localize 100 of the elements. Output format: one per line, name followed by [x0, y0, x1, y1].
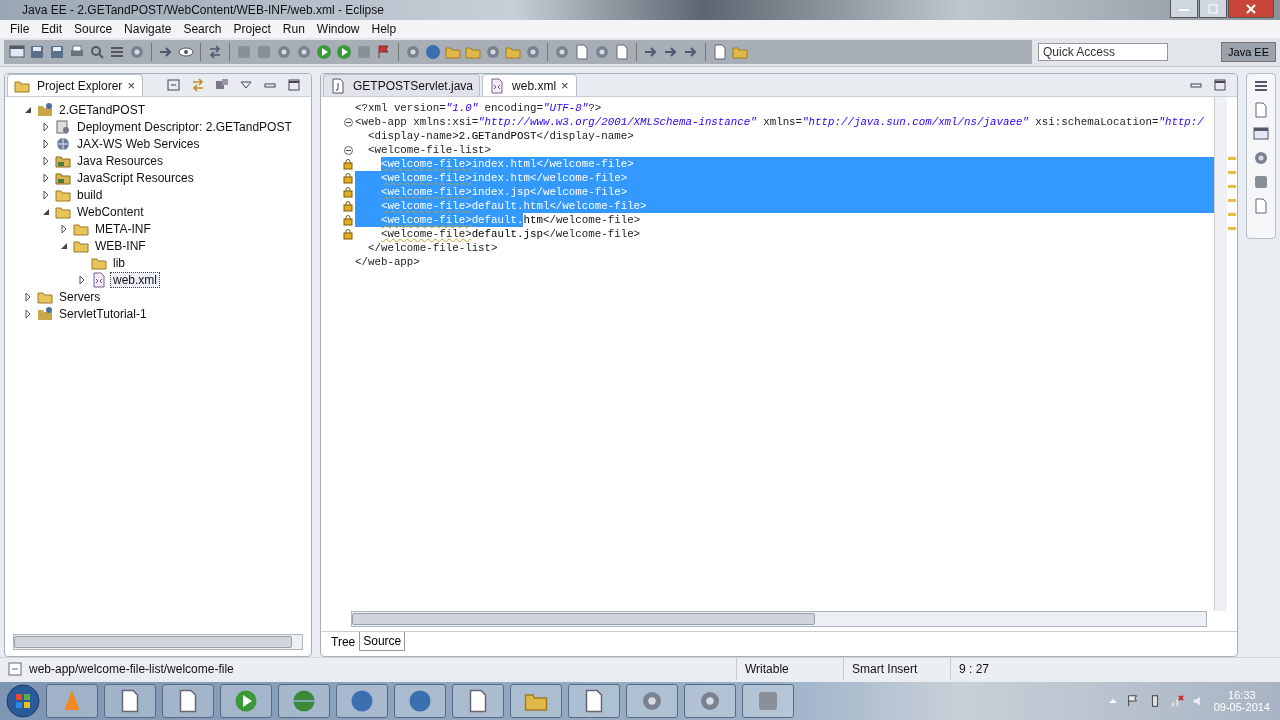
arrows-icon[interactable]: [190, 77, 206, 93]
close-button[interactable]: ×: [560, 78, 570, 93]
taskbar-button[interactable]: [278, 684, 330, 718]
taskbar-button[interactable]: [104, 684, 156, 718]
editor-tab[interactable]: GETPOSTServlet.java: [323, 74, 481, 96]
circle-icon[interactable]: [425, 44, 441, 60]
page-icon[interactable]: [574, 44, 590, 60]
gear-icon[interactable]: [485, 44, 501, 60]
tree-item[interactable]: META-INF: [92, 220, 154, 237]
gear-icon[interactable]: [525, 44, 541, 60]
folder-icon[interactable]: [732, 44, 748, 60]
taskbar-button[interactable]: [46, 684, 98, 718]
tree-item[interactable]: Java Resources: [74, 152, 167, 169]
warning-marker[interactable]: [1228, 157, 1236, 160]
collapsed-arrow-icon[interactable]: [41, 121, 51, 132]
tree-item[interactable]: JavaScript Resources: [74, 169, 197, 186]
menu-item[interactable]: Source: [68, 22, 119, 36]
collapse-icon[interactable]: [166, 77, 182, 93]
horizontal-scrollbar[interactable]: [351, 611, 1207, 627]
taskbar-button[interactable]: [626, 684, 678, 718]
collapsed-arrow-icon[interactable]: [59, 223, 69, 234]
maximize-icon[interactable]: [286, 77, 302, 93]
collapsed-arrow-icon[interactable]: [23, 291, 33, 302]
minimize-button[interactable]: [1170, 0, 1198, 18]
view-tab[interactable]: Project Explorer ×: [7, 74, 143, 96]
editor-mode-tab[interactable]: Tree: [327, 632, 360, 652]
gear-icon[interactable]: [698, 689, 722, 713]
gear-icon[interactable]: [276, 44, 292, 60]
lines-icon[interactable]: [109, 44, 125, 60]
circle-icon[interactable]: [350, 689, 374, 713]
tree-item[interactable]: WebContent: [74, 203, 147, 220]
gear-icon[interactable]: [405, 44, 421, 60]
play-icon[interactable]: [234, 689, 258, 713]
flag-icon[interactable]: [376, 44, 392, 60]
taskbar-button[interactable]: [162, 684, 214, 718]
collapsed-arrow-icon[interactable]: [41, 172, 51, 183]
tree-item[interactable]: ServletTutorial-1: [56, 305, 150, 322]
maximize-button[interactable]: [1199, 0, 1227, 18]
folder-icon[interactable]: [465, 44, 481, 60]
square-icon[interactable]: [756, 689, 780, 713]
tree-item[interactable]: WEB-INF: [92, 237, 149, 254]
taskbar-button[interactable]: [568, 684, 620, 718]
window-icon[interactable]: [9, 44, 25, 60]
warning-marker[interactable]: [1228, 227, 1236, 230]
tree-item[interactable]: web.xml: [110, 271, 160, 288]
window-icon[interactable]: [1253, 126, 1269, 142]
menu-item[interactable]: Project: [227, 22, 277, 36]
quick-access-field[interactable]: Quick Access: [1038, 43, 1168, 61]
taskbar-button[interactable]: [220, 684, 272, 718]
gear-icon[interactable]: [296, 44, 312, 60]
warning-marker[interactable]: [1228, 185, 1236, 188]
arrows-icon[interactable]: [207, 44, 223, 60]
collapsed-arrow-icon[interactable]: [23, 308, 33, 319]
search-icon[interactable]: [89, 44, 105, 60]
close-button[interactable]: ×: [126, 78, 136, 93]
collapsed-arrow-icon[interactable]: [41, 155, 51, 166]
taskbar-button[interactable]: [336, 684, 388, 718]
page-icon[interactable]: [1253, 198, 1269, 214]
gear-icon[interactable]: [594, 44, 610, 60]
collapsed-arrow-icon[interactable]: [41, 189, 51, 200]
taskbar-button[interactable]: [742, 684, 794, 718]
vertical-scrollbar[interactable]: [1214, 97, 1227, 611]
square-icon[interactable]: [1253, 174, 1269, 190]
editor-mode-tab[interactable]: Source: [359, 632, 406, 651]
gear-icon[interactable]: [640, 689, 664, 713]
perspective-button[interactable]: Java EE: [1221, 42, 1276, 62]
menu-item[interactable]: Search: [177, 22, 228, 36]
collapsed-arrow-icon[interactable]: [41, 138, 51, 149]
horizontal-scrollbar[interactable]: [13, 634, 303, 650]
page-icon[interactable]: [1253, 102, 1269, 118]
folder-icon[interactable]: [445, 44, 461, 60]
menu-item[interactable]: Run: [276, 22, 311, 36]
start-button[interactable]: [6, 684, 40, 718]
lines-icon[interactable]: [1253, 78, 1269, 94]
tree-item[interactable]: 2.GETandPOST: [56, 101, 149, 118]
play-icon[interactable]: [316, 44, 332, 60]
tree-item[interactable]: Servers: [56, 288, 104, 305]
warning-marker[interactable]: [1228, 213, 1236, 216]
circle-icon[interactable]: [408, 689, 432, 713]
gear-icon[interactable]: [554, 44, 570, 60]
flag-icon[interactable]: [1125, 694, 1140, 708]
folder-icon[interactable]: [505, 44, 521, 60]
menu-item[interactable]: Help: [365, 22, 403, 36]
page-icon[interactable]: [712, 44, 728, 60]
eye-icon[interactable]: [178, 44, 194, 60]
fold-icon[interactable]: [344, 117, 353, 127]
page-icon[interactable]: [614, 44, 630, 60]
taskbar-button[interactable]: [510, 684, 562, 718]
fold-icon[interactable]: [344, 145, 353, 155]
gear-icon[interactable]: [1253, 150, 1269, 166]
taskbar-button[interactable]: [684, 684, 736, 718]
tree-item[interactable]: lib: [110, 254, 128, 271]
menu-item[interactable]: File: [4, 22, 36, 36]
maximize-icon[interactable]: [1212, 77, 1228, 93]
tree-item[interactable]: build: [74, 186, 106, 203]
gear-icon[interactable]: [129, 44, 145, 60]
menu-item[interactable]: Edit: [35, 22, 69, 36]
taskbar-button[interactable]: [394, 684, 446, 718]
play-icon[interactable]: [336, 44, 352, 60]
up-arrow-icon[interactable]: [1107, 696, 1118, 706]
